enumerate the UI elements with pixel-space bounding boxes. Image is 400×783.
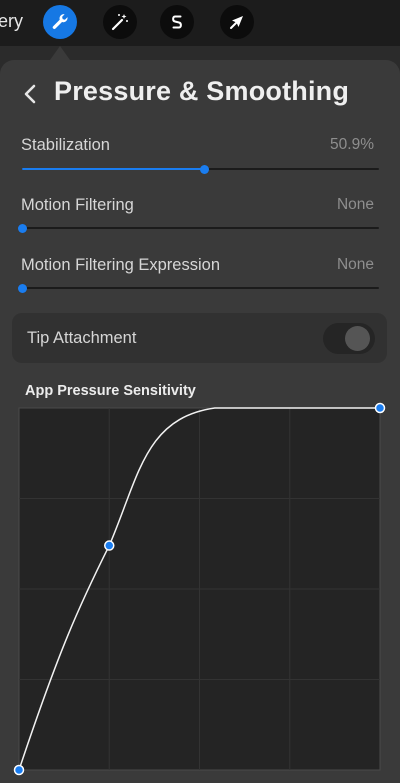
wrench-icon <box>52 14 68 29</box>
curve-control-point[interactable] <box>104 540 115 551</box>
toggle-knob <box>345 326 370 351</box>
slider-track <box>22 287 379 289</box>
motion-filtering-label: Motion Filtering <box>21 196 134 214</box>
slider-track <box>22 227 379 229</box>
motion-filtering-value: None <box>336 196 374 213</box>
curve-control-point[interactable] <box>374 402 386 414</box>
tip-attachment-row: Tip Attachment <box>12 313 387 363</box>
pressure-curve-title: App Pressure Sensitivity <box>25 383 196 399</box>
motion-filtering-expression-label: Motion Filtering Expression <box>21 256 220 274</box>
panel-title: Pressure & Smoothing <box>54 76 350 106</box>
tip-attachment-toggle[interactable] <box>323 323 375 354</box>
motion-filtering-slider[interactable] <box>18 221 379 235</box>
stabilization-label: Stabilization <box>21 136 110 154</box>
slider-fill <box>22 168 204 170</box>
chevron-left-icon[interactable] <box>20 83 42 105</box>
pressure-curve-graph[interactable] <box>0 398 400 783</box>
motion-filtering-expression-value: None <box>336 256 374 273</box>
adjustments-button[interactable] <box>103 5 137 39</box>
popover-caret <box>50 46 70 60</box>
top-toolbar: ery <box>0 0 400 46</box>
transform-arrow-icon <box>230 16 243 29</box>
slider-thumb[interactable] <box>18 224 27 233</box>
stabilization-slider[interactable] <box>22 162 379 176</box>
actions-button[interactable] <box>43 5 77 39</box>
selection-icon <box>172 15 182 29</box>
motion-filtering-expression-slider[interactable] <box>18 281 379 295</box>
transform-button[interactable] <box>220 5 254 39</box>
slider-thumb[interactable] <box>18 284 27 293</box>
stabilization-value: 50.9% <box>330 136 374 153</box>
tip-attachment-label: Tip Attachment <box>27 329 137 347</box>
magic-wand-icon <box>111 14 128 31</box>
curve-control-point[interactable] <box>13 764 25 776</box>
slider-thumb[interactable] <box>199 165 209 174</box>
selection-button[interactable] <box>160 5 194 39</box>
gallery-link[interactable]: ery <box>0 11 23 32</box>
